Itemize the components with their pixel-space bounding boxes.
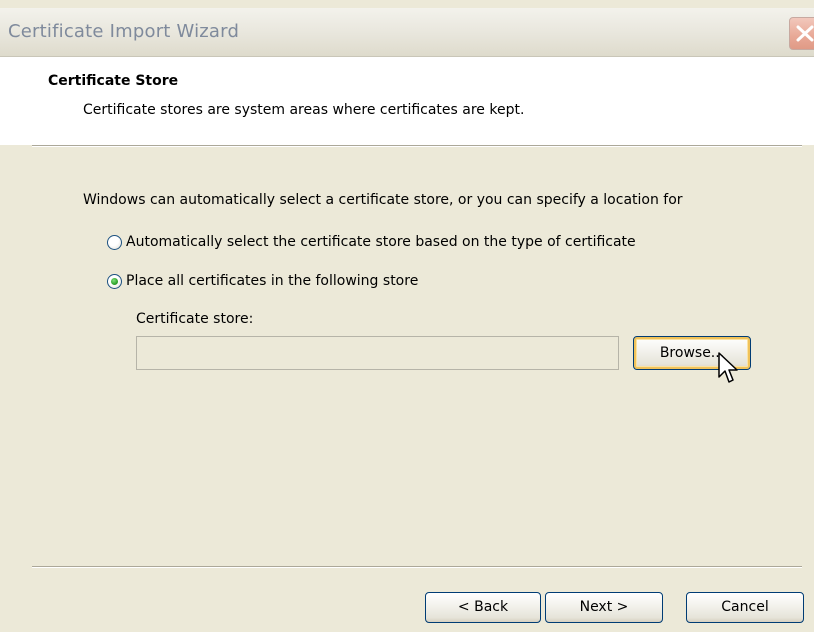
window-title: Certificate Import Wizard xyxy=(8,21,240,42)
auto-select-radio-label[interactable]: Automatically select the certificate sto… xyxy=(126,234,636,250)
footer-divider xyxy=(32,566,802,568)
place-in-store-radio-label[interactable]: Place all certificates in the following … xyxy=(126,273,418,289)
intro-text: Windows can automatically select a certi… xyxy=(83,192,683,208)
header-divider xyxy=(32,145,802,147)
auto-select-radio-option[interactable]: Automatically select the certificate sto… xyxy=(107,233,636,251)
place-in-store-radio[interactable] xyxy=(107,273,122,289)
cancel-button[interactable]: Cancel xyxy=(686,592,804,623)
certificate-store-label: Certificate store: xyxy=(136,311,254,327)
title-bar[interactable]: Certificate Import Wizard xyxy=(0,8,814,57)
certificate-store-field[interactable] xyxy=(136,336,619,370)
auto-select-radio[interactable] xyxy=(107,234,122,250)
radio-selected-dot xyxy=(111,277,118,285)
mouse-pointer-icon xyxy=(718,352,738,383)
wizard-header: Certificate Store Certificate stores are… xyxy=(0,57,814,145)
close-button[interactable] xyxy=(789,17,814,50)
certificate-import-wizard-dialog: Certificate Import Wizard Certificate St… xyxy=(0,0,814,632)
place-in-store-radio-option[interactable]: Place all certificates in the following … xyxy=(107,272,418,290)
page-subtitle: Certificate stores are system areas wher… xyxy=(83,102,525,118)
close-icon xyxy=(796,25,814,42)
page-title: Certificate Store xyxy=(48,73,179,89)
back-button[interactable]: < Back xyxy=(425,592,541,623)
next-button[interactable]: Next > xyxy=(545,592,663,623)
